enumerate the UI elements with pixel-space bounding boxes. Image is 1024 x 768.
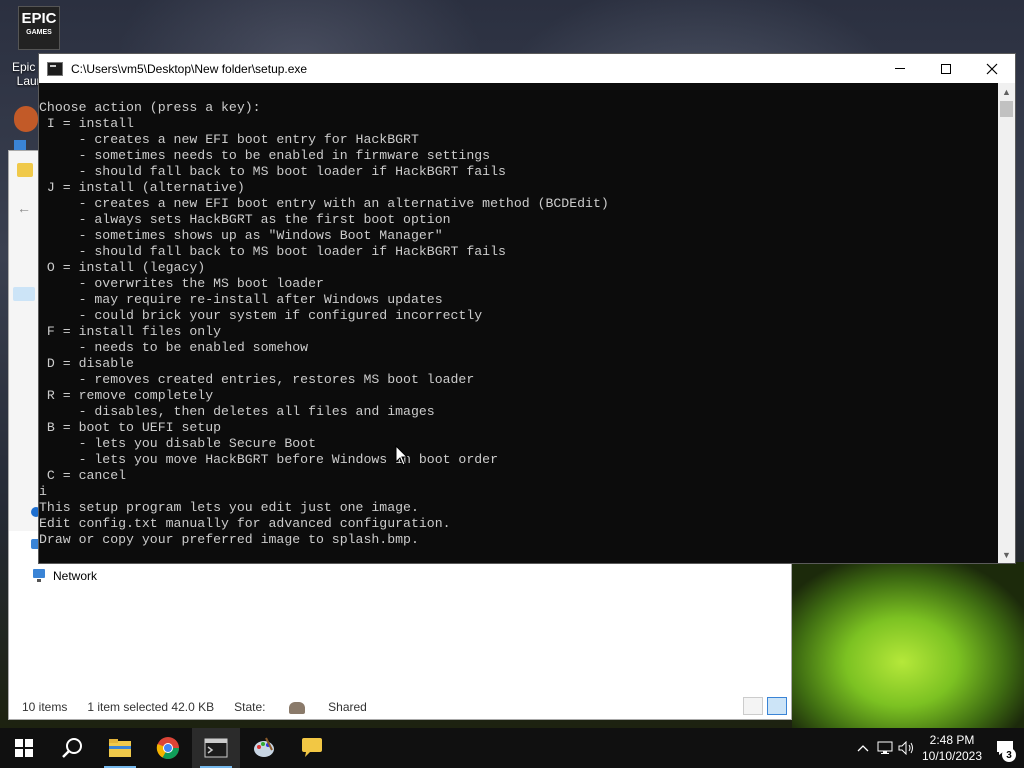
view-toggle <box>743 697 787 715</box>
search-icon <box>62 738 82 758</box>
console-line: - overwrites the MS boot loader <box>39 276 324 291</box>
mouse-cursor-icon <box>395 445 409 466</box>
console-line: - may require re-install after Windows u… <box>39 292 443 307</box>
console-line: - sometimes needs to be enabled in firmw… <box>39 148 491 163</box>
chrome-icon <box>156 737 179 759</box>
console-line: - lets you move HackBGRT before Windows … <box>39 452 498 467</box>
console-app-icon <box>204 738 228 758</box>
shared-users-icon <box>288 701 305 714</box>
action-center-button[interactable]: 3 <box>986 728 1024 768</box>
taskbar-console[interactable] <box>192 728 240 768</box>
notification-count-badge: 3 <box>1002 748 1016 762</box>
console-line: I = install <box>39 116 134 131</box>
windows-logo-icon <box>15 739 33 757</box>
console-window-title: C:\Users\vm5\Desktop\New folder\setup.ex… <box>71 61 308 76</box>
nav-selected-item[interactable] <box>13 287 35 301</box>
console-line: - should fall back to MS boot loader if … <box>39 244 506 259</box>
network-icon[interactable] <box>874 728 896 768</box>
nav-item-network-label: Network <box>53 569 98 583</box>
epic-games-launcher-icon[interactable]: EPIC GAMES <box>18 6 60 50</box>
console-line: Choose action (press a key): <box>39 100 261 115</box>
status-items-count: 10 items <box>22 700 68 714</box>
console-line: This setup program lets you edit just on… <box>39 500 419 515</box>
speech-bubble-icon <box>302 738 322 757</box>
console-line: - removes created entries, restores MS b… <box>39 372 475 387</box>
scrollbar-thumb[interactable] <box>1000 101 1013 117</box>
console-line: F = install files only <box>39 324 222 339</box>
epic-logo-text: EPIC <box>21 10 57 27</box>
console-line: J = install (alternative) <box>39 180 245 195</box>
taskbar-sticky-notes[interactable] <box>288 728 336 768</box>
clock-time: 2:48 PM <box>929 733 975 747</box>
console-output[interactable]: Choose action (press a key): I = install… <box>39 83 1000 563</box>
console-line: - needs to be enabled somehow <box>39 340 309 355</box>
console-line: Edit config.txt manually for advanced co… <box>39 516 451 531</box>
start-button[interactable] <box>0 728 48 768</box>
status-state-label: State: <box>234 700 266 714</box>
search-button[interactable] <box>48 728 96 768</box>
epic-logo-subtext: GAMES <box>26 29 52 36</box>
minimize-button[interactable] <box>877 54 923 83</box>
console-scrollbar[interactable]: ▲ ▼ <box>998 83 1015 563</box>
minimize-icon <box>895 68 905 69</box>
taskbar-clock[interactable]: 2:48 PM 10/10/2023 <box>918 732 986 764</box>
paint-palette-icon <box>254 737 274 757</box>
status-state-value: Shared <box>328 700 367 714</box>
scroll-up-arrow-icon[interactable]: ▲ <box>998 83 1015 100</box>
console-line: R = remove completely <box>39 388 214 403</box>
large-icons-view-button[interactable] <box>767 697 787 715</box>
console-line: - lets you disable Secure Boot <box>39 436 316 451</box>
clock-date: 10/10/2023 <box>921 749 983 763</box>
maximize-icon <box>941 63 951 74</box>
console-line: - disables, then deletes all files and i… <box>39 404 435 419</box>
back-arrow-icon[interactable]: ← <box>17 201 33 215</box>
console-line: i <box>39 484 47 499</box>
console-line: - creates a new EFI boot entry with an a… <box>39 196 609 211</box>
console-line: C = cancel <box>39 468 127 483</box>
console-line: - sometimes shows up as "Windows Boot Ma… <box>39 228 443 243</box>
console-line: D = disable <box>39 356 134 371</box>
details-view-button[interactable] <box>743 697 763 715</box>
taskbar: 2:48 PM 10/10/2023 3 <box>0 728 1024 768</box>
console-line: - could brick your system if configured … <box>39 308 483 323</box>
close-icon <box>986 63 998 74</box>
maximize-button[interactable] <box>923 54 969 83</box>
console-line: - creates a new EFI boot entry for HackB… <box>39 132 419 147</box>
console-line: O = install (legacy) <box>39 260 206 275</box>
system-tray: 2:48 PM 10/10/2023 3 <box>852 728 1024 768</box>
status-state: State: Shared <box>234 700 387 714</box>
wallpaper-tent <box>792 562 1024 728</box>
console-line: - should fall back to MS boot loader if … <box>39 164 506 179</box>
console-line: - always sets HackBGRT as the first boot… <box>39 212 451 227</box>
taskbar-paint[interactable] <box>240 728 288 768</box>
console-titlebar[interactable]: C:\Users\vm5\Desktop\New folder\setup.ex… <box>39 54 1015 83</box>
nav-item-network[interactable]: Network <box>31 569 97 583</box>
volume-icon[interactable] <box>896 728 918 768</box>
explorer-status-bar: 10 items 1 item selected 42.0 KB State: … <box>9 695 791 719</box>
console-line: Draw or copy your preferred image to spl… <box>39 532 419 547</box>
desktop-app-icon[interactable] <box>14 106 38 132</box>
scroll-down-arrow-icon[interactable]: ▼ <box>998 546 1015 563</box>
console-app-icon[interactable] <box>47 61 63 76</box>
explorer-nav-pane: ← <box>9 151 41 549</box>
taskbar-file-explorer[interactable] <box>96 728 144 768</box>
network-icon <box>31 569 47 583</box>
taskbar-chrome[interactable] <box>144 728 192 768</box>
folder-icon[interactable] <box>17 163 33 177</box>
status-selection: 1 item selected 42.0 KB <box>87 700 215 714</box>
close-button[interactable] <box>969 54 1015 83</box>
console-line: B = boot to UEFI setup <box>39 420 222 435</box>
show-hidden-icons-chevron-icon[interactable] <box>852 728 874 768</box>
console-window: C:\Users\vm5\Desktop\New folder\setup.ex… <box>38 53 1016 564</box>
file-explorer-icon <box>109 739 131 757</box>
